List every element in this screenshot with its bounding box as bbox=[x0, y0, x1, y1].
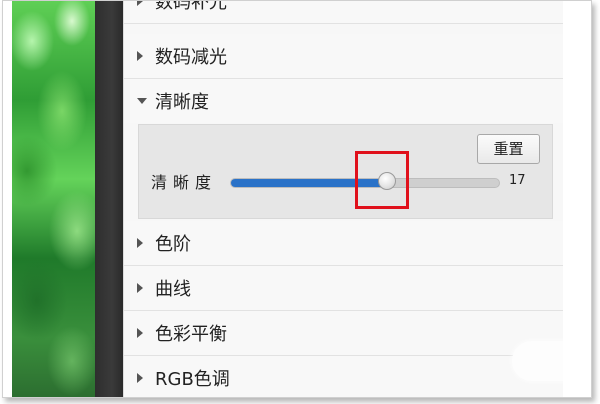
section-color-balance[interactable]: 色彩平衡 bbox=[124, 311, 564, 356]
section-label: 数码减光 bbox=[155, 47, 227, 68]
adjustment-panel: 数码补光 数码减光 清晰度 重置 清晰度 17 色阶 曲线 色彩平衡 RGB色调 bbox=[123, 0, 591, 397]
section-rgb-tone[interactable]: RGB色调 bbox=[124, 356, 564, 397]
screenshot-frame: 数码补光 数码减光 清晰度 重置 清晰度 17 色阶 曲线 色彩平衡 RGB色调 bbox=[2, 0, 592, 398]
sharpness-slider-track[interactable] bbox=[230, 178, 500, 188]
section-sharpness[interactable]: 清晰度 bbox=[124, 79, 564, 123]
section-label: 色彩平衡 bbox=[155, 324, 227, 345]
section-label: 色阶 bbox=[155, 234, 191, 255]
chevron-right-icon bbox=[137, 283, 143, 293]
sharpness-slider-fill bbox=[231, 179, 388, 187]
photo-preview bbox=[12, 1, 95, 397]
sharpness-slider-thumb[interactable] bbox=[377, 172, 396, 190]
section-curves[interactable]: 曲线 bbox=[124, 266, 564, 311]
section-label: 数码补光 bbox=[155, 0, 227, 13]
section-levels[interactable]: 色阶 bbox=[124, 221, 564, 266]
chevron-right-icon bbox=[137, 238, 143, 248]
section-digital-reduce-light[interactable]: 数码减光 bbox=[124, 34, 564, 79]
chevron-right-icon bbox=[137, 1, 143, 6]
panel-divider bbox=[95, 1, 123, 397]
section-label: RGB色调 bbox=[155, 369, 230, 390]
section-label: 曲线 bbox=[155, 279, 191, 300]
chevron-right-icon bbox=[137, 51, 143, 61]
section-digital-fill-light[interactable]: 数码补光 bbox=[124, 0, 564, 24]
chevron-right-icon bbox=[137, 328, 143, 338]
chevron-down-icon bbox=[137, 98, 147, 104]
reset-button[interactable]: 重置 bbox=[477, 134, 540, 164]
sharpness-controls: 重置 清晰度 17 bbox=[138, 124, 553, 219]
chevron-right-icon bbox=[137, 373, 143, 383]
sharpness-value: 17 bbox=[509, 173, 526, 188]
right-margin bbox=[563, 1, 591, 397]
sharpness-slider-label: 清晰度 bbox=[151, 173, 218, 192]
section-label: 清晰度 bbox=[155, 92, 209, 113]
